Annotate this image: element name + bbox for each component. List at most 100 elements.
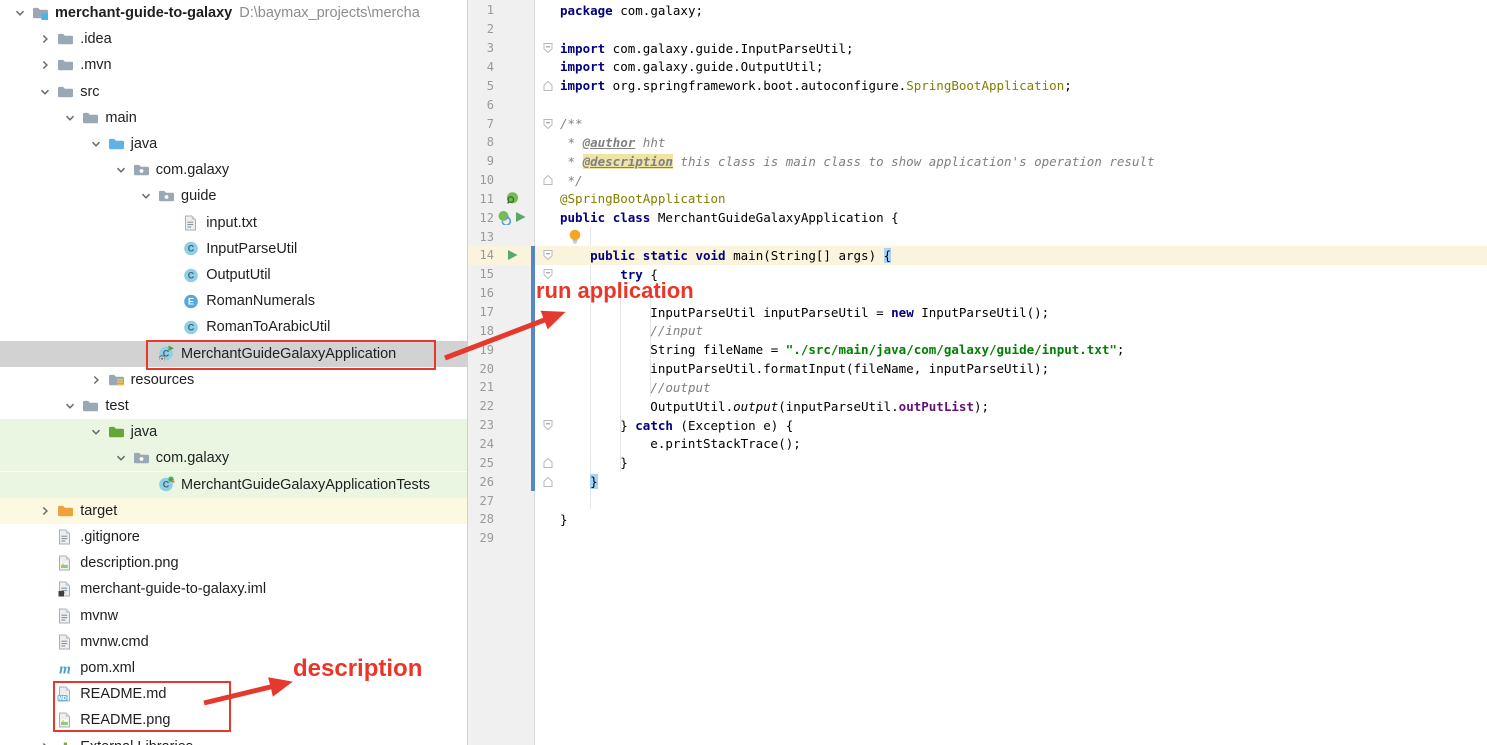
editor-line-11[interactable]: 11@SpringBootApplication — [468, 190, 1487, 209]
chevron-down-icon[interactable] — [37, 84, 53, 100]
tree-row-resources[interactable]: resources — [0, 367, 468, 393]
editor-line-23[interactable]: 23 } catch (Exception e) { — [468, 416, 1487, 435]
fold-start-icon[interactable] — [542, 268, 554, 280]
editor-line-5[interactable]: 5import org.springframework.boot.autocon… — [468, 76, 1487, 95]
fold-end-icon[interactable] — [542, 476, 554, 488]
tree-row-external-libraries[interactable]: External Libraries — [0, 734, 468, 745]
editor-line-4[interactable]: 4import com.galaxy.guide.OutputUtil; — [468, 58, 1487, 77]
chevron-down-icon[interactable] — [12, 5, 28, 21]
tree-row-idea[interactable]: .idea — [0, 26, 468, 52]
editor-line-21[interactable]: 21 //output — [468, 378, 1487, 397]
chevron-down-icon[interactable] — [113, 450, 129, 466]
editor-line-10[interactable]: 10 */ — [468, 171, 1487, 190]
fold-end-icon[interactable] — [542, 80, 554, 92]
fold-start-icon[interactable] — [542, 42, 554, 54]
tree-row-merchant-guide-to-galaxy[interactable]: merchant-guide-to-galaxyD:\baymax_projec… — [0, 0, 468, 26]
tree-row-input-txt[interactable]: input.txt — [0, 210, 468, 236]
chevron-down-icon[interactable] — [138, 188, 154, 204]
editor-line-19[interactable]: 19 String fileName = "./src/main/java/co… — [468, 340, 1487, 359]
run-icon[interactable] — [505, 248, 520, 262]
editor-line-12[interactable]: 12public class MerchantGuideGalaxyApplic… — [468, 208, 1487, 227]
editor-line-13[interactable]: 13 — [468, 227, 1487, 246]
tree-row-romannumerals[interactable]: ERomanNumerals — [0, 288, 468, 314]
tree-row-mvn[interactable]: .mvn — [0, 52, 468, 78]
line-number: 10 — [468, 173, 494, 187]
chevron-right-icon[interactable] — [88, 372, 104, 388]
fold-marker[interactable] — [535, 472, 560, 491]
tree-row-com-galaxy[interactable]: com.galaxy — [0, 157, 468, 183]
tree-row-gitignore[interactable]: .gitignore — [0, 524, 468, 550]
svg-text:C: C — [188, 244, 195, 254]
editor-line-9[interactable]: 9 * @description this class is main clas… — [468, 152, 1487, 171]
fold-marker[interactable] — [535, 171, 560, 190]
tree-row-pom-xml[interactable]: mpom.xml — [0, 655, 468, 681]
tree-row-inputparseutil[interactable]: CInputParseUtil — [0, 236, 468, 262]
tree-row-src[interactable]: src — [0, 79, 468, 105]
fold-marker[interactable] — [535, 246, 560, 265]
editor-line-18[interactable]: 18 //input — [468, 321, 1487, 340]
tree-row-java[interactable]: java — [0, 419, 468, 445]
editor-line-25[interactable]: 25 } — [468, 453, 1487, 472]
editor-line-15[interactable]: 15 try { — [468, 265, 1487, 284]
tree-row-mvnw[interactable]: mvnw — [0, 603, 468, 629]
editor-line-1[interactable]: 1package com.galaxy; — [468, 1, 1487, 20]
editor-line-29[interactable]: 29 — [468, 529, 1487, 548]
chevron-right-icon[interactable] — [37, 31, 53, 47]
chevron-right-icon[interactable] — [37, 739, 53, 745]
folder-icon — [82, 398, 99, 414]
spring-run-icon[interactable] — [497, 210, 512, 225]
editor-line-14[interactable]: 14 public static void main(String[] args… — [468, 246, 1487, 265]
editor-line-22[interactable]: 22 OutputUtil.output(inputParseUtil.outP… — [468, 397, 1487, 416]
tree-row-readme-png[interactable]: README.png — [0, 707, 468, 733]
chevron-right-icon[interactable] — [37, 57, 53, 73]
fold-end-icon[interactable] — [542, 174, 554, 186]
spring-bean-icon[interactable] — [505, 191, 520, 206]
tree-row-guide[interactable]: guide — [0, 183, 468, 209]
line-number: 28 — [468, 512, 494, 526]
editor-line-20[interactable]: 20 inputParseUtil.formatInput(fileName, … — [468, 359, 1487, 378]
fold-marker[interactable] — [535, 416, 560, 435]
editor-line-26[interactable]: 26 } — [468, 472, 1487, 491]
tree-row-outpututil[interactable]: COutputUtil — [0, 262, 468, 288]
chevron-down-icon[interactable] — [62, 110, 78, 126]
fold-start-icon[interactable] — [542, 118, 554, 130]
chevron-down-icon[interactable] — [113, 162, 129, 178]
editor-line-8[interactable]: 8 * @author hht — [468, 133, 1487, 152]
editor-line-24[interactable]: 24 e.printStackTrace(); — [468, 435, 1487, 454]
editor-line-7[interactable]: 7/** — [468, 114, 1487, 133]
chevron-right-icon[interactable] — [37, 503, 53, 519]
fold-start-icon[interactable] — [542, 419, 554, 431]
intention-bulb-icon[interactable] — [568, 229, 582, 250]
editor-line-17[interactable]: 17 InputParseUtil inputParseUtil = new I… — [468, 303, 1487, 322]
tree-row-com-galaxy[interactable]: com.galaxy — [0, 445, 468, 471]
tree-row-test[interactable]: test — [0, 393, 468, 419]
editor-line-16[interactable]: 16 — [468, 284, 1487, 303]
editor-line-3[interactable]: 3import com.galaxy.guide.InputParseUtil; — [468, 39, 1487, 58]
tree-row-readme-md[interactable]: MDREADME.md — [0, 681, 468, 707]
tree-row-merchant-guide-to-galaxy-iml[interactable]: merchant-guide-to-galaxy.iml — [0, 576, 468, 602]
fold-marker[interactable] — [535, 114, 560, 133]
fold-marker[interactable] — [535, 76, 560, 95]
editor-line-6[interactable]: 6 — [468, 95, 1487, 114]
tree-row-main[interactable]: main — [0, 105, 468, 131]
run-icon[interactable] — [513, 210, 528, 225]
tree-row-mvnw-cmd[interactable]: mvnw.cmd — [0, 629, 468, 655]
tree-row-merchantguidegalaxyapplicationtests[interactable]: CMerchantGuideGalaxyApplicationTests — [0, 472, 468, 498]
chevron-down-icon[interactable] — [88, 424, 104, 440]
editor-line-27[interactable]: 27 — [468, 491, 1487, 510]
chevron-down-icon[interactable] — [62, 398, 78, 414]
fold-marker[interactable] — [535, 265, 560, 284]
editor-panel[interactable]: 1package com.galaxy;23import com.galaxy.… — [468, 0, 1487, 745]
tree-row-merchantguidegalaxyapplication[interactable]: CMerchantGuideGalaxyApplication — [0, 341, 468, 367]
chevron-down-icon[interactable] — [88, 136, 104, 152]
fold-marker[interactable] — [535, 453, 560, 472]
editor-line-2[interactable]: 2 — [468, 20, 1487, 39]
fold-marker[interactable] — [535, 39, 560, 58]
fold-start-icon[interactable] — [542, 249, 554, 261]
tree-row-romantoarabicutil[interactable]: CRomanToArabicUtil — [0, 314, 468, 340]
editor-line-28[interactable]: 28} — [468, 510, 1487, 529]
tree-row-description-png[interactable]: description.png — [0, 550, 468, 576]
tree-row-target[interactable]: target — [0, 498, 468, 524]
fold-end-icon[interactable] — [542, 457, 554, 469]
tree-row-java[interactable]: java — [0, 131, 468, 157]
